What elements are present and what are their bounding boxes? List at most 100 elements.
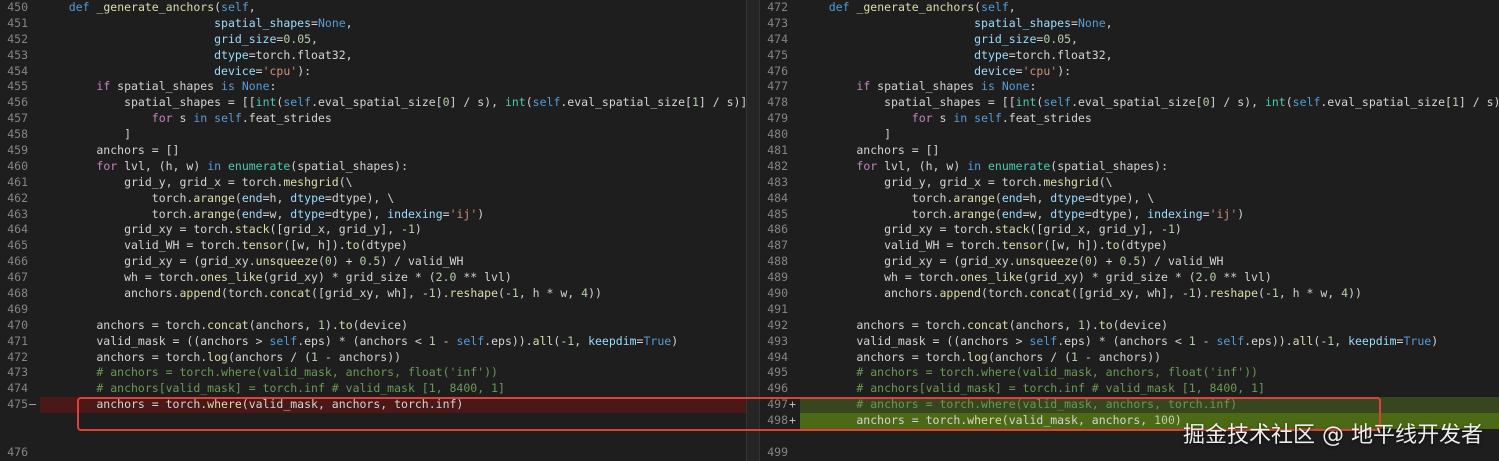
left-editor-pane[interactable]: 450 def _generate_anchors(self, 451 spati… [0, 0, 746, 461]
code-line[interactable]: 455 if spatial_shapes is None: [0, 79, 746, 95]
line-number: 459 [7, 143, 28, 158]
code-line[interactable]: 462 torch.arange(end=h, dtype=dtype), \ [0, 191, 746, 207]
code-line[interactable]: 469 [0, 302, 746, 318]
code-text: device='cpu'): [214, 63, 312, 78]
diff-marker: + [789, 413, 796, 428]
code-line[interactable]: 493 valid_mask = ((anchors > self.eps) *… [760, 334, 1499, 350]
code-line[interactable]: 476 device='cpu'): [760, 64, 1499, 80]
diff-marker: + [789, 397, 796, 412]
line-number: 451 [7, 15, 28, 30]
code-line[interactable]: 495 # anchors = torch.where(valid_mask, … [760, 365, 1499, 381]
line-number: 473 [7, 365, 28, 380]
code-text: def _generate_anchors(self, [828, 0, 1016, 14]
pane-divider[interactable] [746, 0, 760, 461]
code-line[interactable]: 490 anchors.append(torch.concat([grid_xy… [760, 286, 1499, 302]
code-line[interactable]: 483 grid_y, grid_x = torch.meshgrid(\ [760, 175, 1499, 191]
code-text: anchors = torch.concat(anchors, 1).to(de… [41, 317, 409, 332]
code-line[interactable]: 464 grid_xy = torch.stack([grid_x, grid_… [0, 222, 746, 238]
code-text: for lvl, (h, w) in enumerate(spatial_sha… [96, 158, 408, 173]
code-line[interactable]: 479 for s in self.feat_strides [760, 111, 1499, 127]
line-number: 456 [7, 95, 28, 110]
code-line[interactable]: 470 anchors = torch.concat(anchors, 1).t… [0, 318, 746, 334]
diff-marker: — [29, 397, 36, 412]
code-text: grid_xy = torch.stack([grid_x, grid_y], … [801, 222, 1182, 237]
code-text: valid_mask = ((anchors > self.eps) * (an… [801, 333, 1439, 348]
code-line[interactable]: 456 spatial_shapes = [[int(self.eval_spa… [0, 95, 746, 111]
code-line[interactable]: 460 for lvl, (h, w) in enumerate(spatial… [0, 159, 746, 175]
line-number: 450 [7, 0, 28, 14]
code-line[interactable]: 475 dtype=torch.float32, [760, 48, 1499, 64]
line-number: 457 [7, 111, 28, 126]
code-text: dtype=torch.float32, [214, 47, 353, 62]
right-editor-pane[interactable]: 472 def _generate_anchors(self, 473 spati… [760, 0, 1499, 461]
line-number: 499 [767, 444, 788, 459]
code-text: torch.arange(end=h, dtype=dtype), \ [41, 190, 395, 205]
code-text: spatial_shapes=None, [974, 15, 1113, 30]
code-text: valid_WH = torch.tensor([w, h]).to(dtype… [801, 238, 1168, 253]
code-line[interactable]: 484 torch.arange(end=h, dtype=dtype), \ [760, 191, 1499, 207]
code-line[interactable] [0, 429, 746, 445]
code-line[interactable]: 482 for lvl, (h, w) in enumerate(spatial… [760, 159, 1499, 175]
code-line[interactable]: 467 wh = torch.ones_like(grid_xy) * grid… [0, 270, 746, 286]
code-text: valid_WH = torch.tensor([w, h]).to(dtype… [41, 238, 408, 253]
code-text: spatial_shapes = [[int(self.eval_spatial… [41, 95, 746, 110]
code-line[interactable]: 480 ] [760, 127, 1499, 143]
code-line[interactable]: 489 wh = torch.ones_like(grid_xy) * grid… [760, 270, 1499, 286]
code-line[interactable]: 451 spatial_shapes=None, [0, 16, 746, 32]
code-line[interactable]: 478 spatial_shapes = [[int(self.eval_spa… [760, 95, 1499, 111]
code-text: torch.arange(end=w, dtype=dtype), indexi… [801, 206, 1245, 221]
code-line[interactable]: 450 def _generate_anchors(self, [0, 0, 746, 16]
code-text: anchors = [] [41, 143, 180, 158]
code-line[interactable]: 454 device='cpu'): [0, 64, 746, 80]
code-line[interactable]: 487 valid_WH = torch.tensor([w, h]).to(d… [760, 238, 1499, 254]
code-line[interactable]: 475— anchors = torch.where(valid_mask, a… [0, 397, 746, 414]
code-line[interactable]: 485 torch.arange(end=w, dtype=dtype), in… [760, 207, 1499, 223]
code-line[interactable]: 457 for s in self.feat_strides [0, 111, 746, 127]
code-line[interactable]: 461 grid_y, grid_x = torch.meshgrid(\ [0, 175, 746, 191]
code-line[interactable]: 477 if spatial_shapes is None: [760, 79, 1499, 95]
line-number: 455 [7, 79, 28, 94]
code-text: for s in self.feat_strides [911, 111, 1092, 126]
code-line[interactable]: 476 [0, 445, 746, 461]
code-line[interactable]: 494 anchors = torch.log(anchors / (1 - a… [760, 350, 1499, 366]
code-text: spatial_shapes=None, [214, 15, 353, 30]
code-line[interactable]: 497 + # anchors = torch.where(valid_mask,… [760, 397, 1499, 414]
code-line[interactable]: 496 # anchors[valid_mask] = torch.inf # … [760, 381, 1499, 397]
code-line[interactable]: 471 valid_mask = ((anchors > self.eps) *… [0, 334, 746, 350]
code-line[interactable]: 488 grid_xy = (grid_xy.unsqueeze(0) + 0.… [760, 254, 1499, 270]
code-line[interactable]: 473 spatial_shapes=None, [760, 16, 1499, 32]
code-line[interactable]: 492 anchors = torch.concat(anchors, 1).t… [760, 318, 1499, 334]
code-text: grid_xy = (grid_xy.unsqueeze(0) + 0.5) /… [41, 254, 464, 269]
code-line[interactable]: 474 # anchors[valid_mask] = torch.inf # … [0, 381, 746, 397]
code-line[interactable]: 472 def _generate_anchors(self, [760, 0, 1499, 16]
line-number: 460 [7, 158, 28, 173]
code-line[interactable] [0, 413, 746, 429]
line-number: 464 [7, 222, 28, 237]
code-text: # anchors[valid_mask] = torch.inf # vali… [96, 381, 505, 396]
line-number: 472 [767, 0, 788, 14]
code-text: grid_xy = torch.stack([grid_x, grid_y], … [41, 222, 422, 237]
line-number: 465 [7, 238, 28, 253]
code-line[interactable]: 452 grid_size=0.05, [0, 32, 746, 48]
code-line[interactable]: 468 anchors.append(torch.concat([grid_xy… [0, 286, 746, 302]
code-line[interactable]: 481 anchors = [] [760, 143, 1499, 159]
code-line[interactable]: 459 anchors = [] [0, 143, 746, 159]
code-line[interactable]: 465 valid_WH = torch.tensor([w, h]).to(d… [0, 238, 746, 254]
code-line[interactable]: 453 dtype=torch.float32, [0, 48, 746, 64]
code-line[interactable]: 491 [760, 302, 1499, 318]
line-number: 480 [767, 127, 788, 142]
code-text: torch.arange(end=w, dtype=dtype), indexi… [41, 206, 485, 221]
code-text: for lvl, (h, w) in enumerate(spatial_sha… [856, 158, 1168, 173]
line-number: 482 [767, 158, 788, 173]
code-line[interactable]: 463 torch.arange(end=w, dtype=dtype), in… [0, 207, 746, 223]
code-line[interactable]: 486 grid_xy = torch.stack([grid_x, grid_… [760, 222, 1499, 238]
code-line[interactable]: 473 # anchors = torch.where(valid_mask, … [0, 365, 746, 381]
code-text: ] [41, 127, 132, 142]
code-line[interactable]: 458 ] [0, 127, 746, 143]
code-line[interactable]: 466 grid_xy = (grid_xy.unsqueeze(0) + 0.… [0, 254, 746, 270]
line-number: 470 [7, 317, 28, 332]
code-line[interactable]: 472 anchors = torch.log(anchors / (1 - a… [0, 350, 746, 366]
line-number: 493 [767, 333, 788, 348]
code-line[interactable]: 474 grid_size=0.05, [760, 32, 1499, 48]
code-text: spatial_shapes = [[int(self.eval_spatial… [801, 95, 1499, 110]
